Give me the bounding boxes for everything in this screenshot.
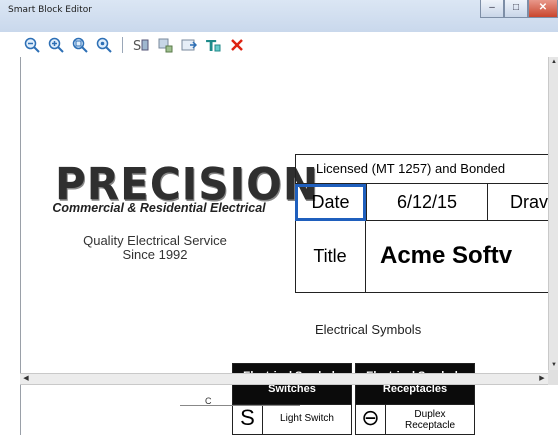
legend-row-light-switch: S Light Switch (233, 404, 351, 434)
add-text-icon[interactable]: T (203, 35, 223, 55)
horizontal-scrollbar[interactable]: ◀ ▶ (20, 373, 548, 385)
zoom-window-icon[interactable] (70, 35, 90, 55)
duplex-receptacle-symbol: ⊖ (356, 405, 386, 434)
underline-rule (180, 405, 300, 406)
window-title: Smart Block Editor (8, 5, 92, 15)
symbol-properties-icon[interactable]: S (131, 35, 151, 55)
insert-block-icon[interactable] (179, 35, 199, 55)
scroll-down-arrow-icon[interactable]: ▼ (549, 360, 558, 370)
duplex-label-line2: Receptacle (404, 420, 456, 431)
duplex-receptacle-label: Duplex Receptacle (386, 405, 474, 431)
minimize-button[interactable]: ‒ (480, 0, 504, 18)
light-switch-label: Light Switch (280, 413, 334, 424)
title-value-cell: Acme Softv (380, 242, 513, 269)
zoom-in-icon[interactable] (46, 35, 66, 55)
zoom-out-icon[interactable] (22, 35, 42, 55)
drawn-label-cell: Drav (510, 192, 548, 212)
window-controls: ‒ □ ✕ (480, 0, 558, 20)
scroll-up-arrow-icon[interactable]: ▲ (549, 57, 558, 67)
close-button[interactable]: ✕ (528, 0, 558, 18)
scrollbar-corner (548, 370, 558, 385)
scroll-right-arrow-icon[interactable]: ▶ (536, 374, 548, 384)
vertical-scrollbar[interactable]: ▲ ▼ (548, 57, 558, 370)
scroll-left-arrow-icon[interactable]: ◀ (20, 374, 32, 384)
svg-text:S: S (133, 39, 141, 53)
logo-tagline: Commercial & Residential Electrical (52, 201, 266, 215)
add-component-icon[interactable] (155, 35, 175, 55)
date-label-cell[interactable]: Date (295, 184, 366, 221)
duplex-label-line1: Duplex (414, 409, 446, 420)
date-value-cell: 6/12/15 (366, 184, 488, 221)
license-cell: Licensed (MT 1257) and Bonded (295, 154, 548, 184)
legend-row-duplex-receptacle: ⊖ Duplex Receptacle (356, 404, 474, 434)
quality-line-2: Since 1992 (122, 247, 188, 262)
maximize-button[interactable]: □ (504, 0, 528, 18)
delete-icon[interactable] (227, 35, 247, 55)
toolbar-separator (122, 37, 123, 53)
electrical-symbols-label: Electrical Symbols (315, 322, 422, 337)
title-label-cell: Title (295, 221, 366, 293)
quality-line-1: Quality Electrical Service (83, 233, 227, 248)
switch-symbol: S (233, 405, 263, 434)
toolbar: S T (22, 33, 247, 57)
window-title-bar[interactable]: Smart Block Editor ‒ □ ✕ (0, 0, 558, 32)
zoom-extents-icon[interactable] (94, 35, 114, 55)
